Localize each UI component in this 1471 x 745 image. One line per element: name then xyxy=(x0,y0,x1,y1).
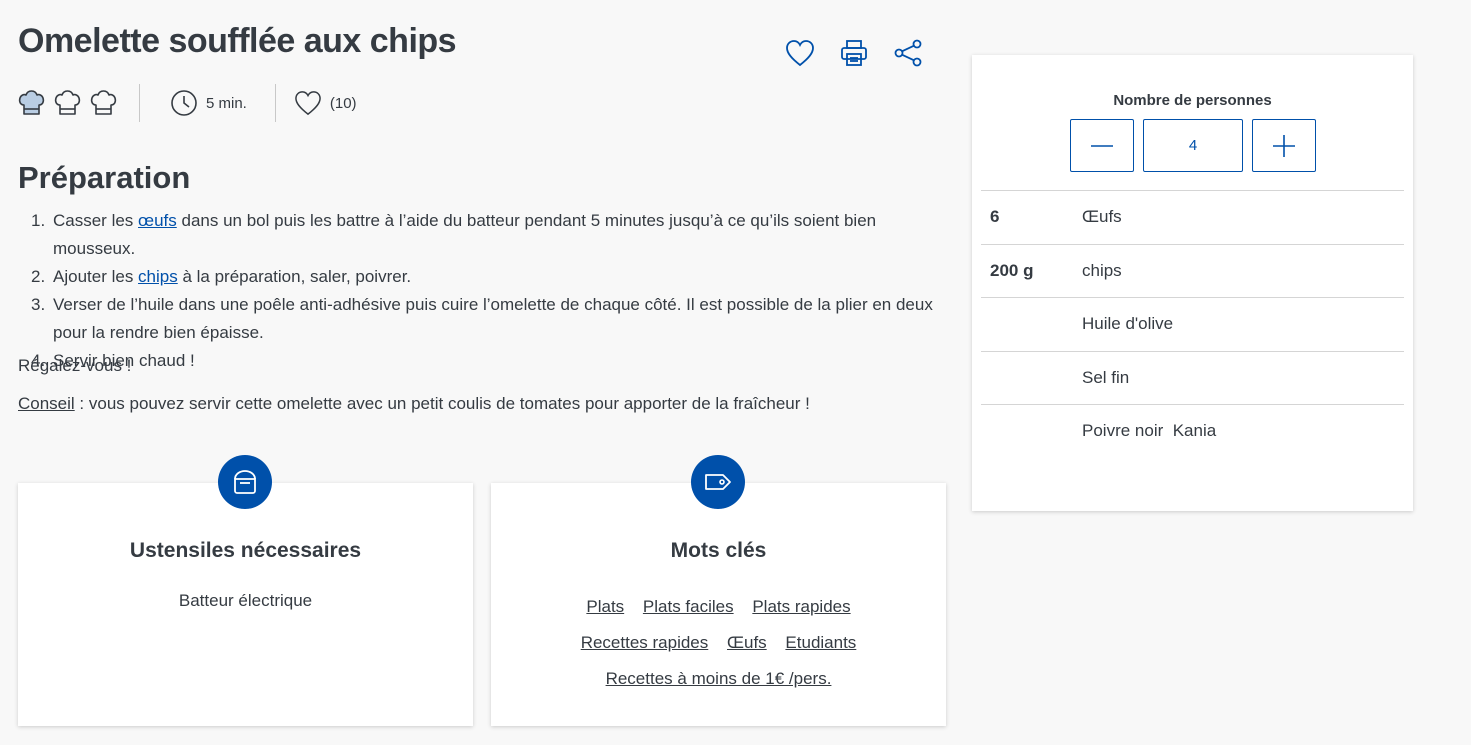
decrease-persons-button[interactable] xyxy=(1070,119,1134,172)
step-item: 2. Ajouter les chips à la préparation, s… xyxy=(18,263,948,291)
likes-value: (10) xyxy=(329,94,357,112)
step-item: 4. Servir bien chaud ! xyxy=(18,347,948,375)
ingredient-row: Poivre noir Kania xyxy=(981,404,1404,458)
step-text: Ajouter les chips à la préparation, sale… xyxy=(53,267,412,286)
ingredient-quantity: 200 g xyxy=(990,260,1034,280)
share-icon xyxy=(894,39,922,67)
heart-icon xyxy=(295,91,321,116)
preparation-title: Préparation xyxy=(18,160,191,195)
plus-icon xyxy=(1273,134,1295,157)
minus-icon xyxy=(1091,144,1113,147)
persons-input[interactable]: 4 xyxy=(1143,119,1243,172)
ingredient-name: Huile d'olive xyxy=(1082,314,1174,334)
step-number: 2. xyxy=(31,267,46,286)
ingredient-row: Huile d'olive xyxy=(981,297,1404,351)
step-text: Verser de l’huile dans une poêle anti-ad… xyxy=(53,295,933,342)
preparation-steps: 1. Casser les œufs dans un bol puis les … xyxy=(18,207,948,375)
ingredient-quantity: 6 xyxy=(990,207,1000,227)
ingredient-row: 6 Œufs xyxy=(981,190,1404,244)
keywords-title: Mots clés xyxy=(670,539,767,562)
print-button[interactable] xyxy=(836,36,872,70)
step-text: Casser les œufs dans un bol puis les bat… xyxy=(53,211,877,258)
ingredient-name: Poivre noir Kania xyxy=(1082,421,1217,441)
pot-icon xyxy=(234,470,256,494)
ingredients-list: 6 Œufs 200 g chips Huile d'olive Sel fin… xyxy=(981,190,1404,458)
pot-badge xyxy=(218,455,272,509)
share-button[interactable] xyxy=(890,36,926,70)
utensil-item: Batteur électrique xyxy=(178,591,313,610)
persons-stepper: 4 xyxy=(1070,119,1316,172)
chef-hat-icon xyxy=(90,89,117,117)
increase-persons-button[interactable] xyxy=(1252,119,1316,172)
prep-time-value: 5 min. xyxy=(206,94,247,112)
favorite-button[interactable] xyxy=(782,36,818,70)
ingredients-card: Nombre de personnes 4 6 Œufs 200 g chips… xyxy=(972,55,1413,511)
ingredient-name: chips xyxy=(1082,260,1122,280)
recipe-actions xyxy=(782,36,926,70)
clock-icon xyxy=(171,90,197,116)
keyword-link[interactable]: Plats xyxy=(586,589,624,625)
step-item: 1. Casser les œufs dans un bol puis les … xyxy=(18,207,948,263)
ingredient-name: Œufs xyxy=(1082,207,1122,227)
utensils-card: Ustensiles nécessaires Batteur électriqu… xyxy=(18,455,473,726)
recipe-meta: 5 min. (10) xyxy=(18,84,357,122)
ingredient-row: Sel fin xyxy=(981,350,1404,405)
keyword-link[interactable]: Œufs xyxy=(727,625,767,661)
keywords-card: Mots clés Plats Plats faciles Plats rapi… xyxy=(491,455,946,726)
difficulty-rating xyxy=(18,84,140,122)
step-number: 1. xyxy=(31,211,46,230)
chef-hat-icon xyxy=(54,89,81,117)
tag-badge xyxy=(691,455,745,509)
prep-time: 5 min. xyxy=(140,84,276,122)
tip-label: Conseil xyxy=(18,394,75,413)
recipe-title: Omelette soufflée aux chips xyxy=(18,22,457,60)
ingredient-name: Sel fin xyxy=(1082,367,1130,387)
keyword-link[interactable]: Etudiants xyxy=(785,625,856,661)
keyword-link[interactable]: Recettes rapides xyxy=(581,625,709,661)
tip-text: Conseil : vous pouvez servir cette omele… xyxy=(18,394,810,413)
heart-icon xyxy=(786,40,814,67)
ingredient-row: 200 g chips xyxy=(981,243,1404,298)
keyword-link[interactable]: Plats faciles xyxy=(643,589,734,625)
persons-label: Nombre de personnes xyxy=(1113,92,1272,109)
tag-icon xyxy=(705,474,731,490)
keyword-link[interactable]: Recettes à moins de 1€ /pers. xyxy=(606,661,832,697)
ingredient-link-oeufs[interactable]: œufs xyxy=(138,211,177,230)
keywords-list: Plats Plats faciles Plats rapides Recett… xyxy=(531,589,906,697)
utensils-title: Ustensiles nécessaires xyxy=(129,539,362,562)
print-icon xyxy=(841,40,867,66)
ingredient-link-chips[interactable]: chips xyxy=(138,267,178,286)
likes-count[interactable]: (10) xyxy=(276,90,357,116)
closing-text: Régalez-vous ! xyxy=(18,356,132,375)
keyword-link[interactable]: Plats rapides xyxy=(752,589,850,625)
step-number: 3. xyxy=(31,295,46,314)
chef-hat-icon xyxy=(18,89,45,117)
step-item: 3. Verser de l’huile dans une poêle anti… xyxy=(18,291,948,347)
